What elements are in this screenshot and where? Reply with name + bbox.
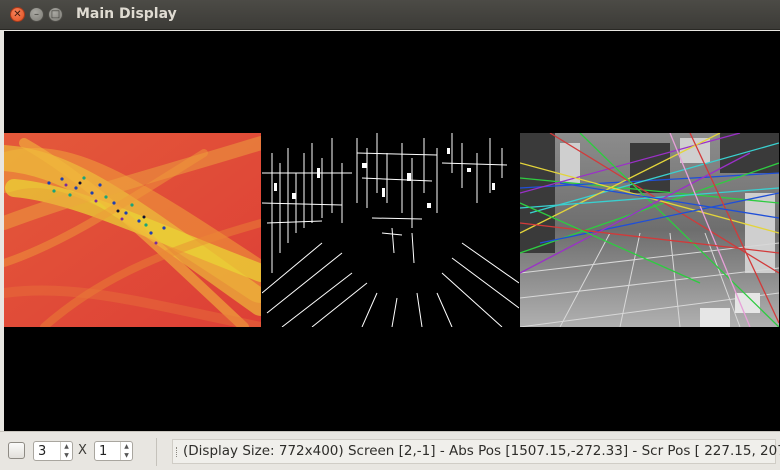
edge-map-view xyxy=(262,133,519,327)
line-detection-view xyxy=(520,133,779,327)
title-bar[interactable]: ✕ – □ Main Display xyxy=(0,0,780,30)
status-separator xyxy=(156,438,157,466)
display-toggle-checkbox[interactable] xyxy=(8,442,25,459)
cols-value: 1 xyxy=(99,444,108,459)
window-title: Main Display xyxy=(76,6,177,22)
minimize-window-button[interactable]: – xyxy=(29,7,44,22)
maximize-window-button[interactable]: □ xyxy=(48,7,63,22)
status-bar: 3 ▲ ▼ X 1 ▲ ▼ (Display Size: 772x400) Scre… xyxy=(0,431,780,470)
main-display-window: ✕ – □ Main Display 3 ▲ ▼ X 1 ▲ ▼ (Displa… xyxy=(0,0,780,470)
heatmap-view xyxy=(4,133,261,327)
times-label: X xyxy=(78,443,87,458)
rows-spin-arrows[interactable]: ▲ ▼ xyxy=(60,442,72,460)
status-text: (Display Size: 772x400) Screen [2,-1] - … xyxy=(183,443,780,459)
close-window-button[interactable]: ✕ xyxy=(10,7,25,22)
rows-value: 3 xyxy=(38,444,47,459)
display-canvas[interactable] xyxy=(4,31,780,431)
status-grip xyxy=(176,447,180,457)
rows-spinbox[interactable]: 3 ▲ ▼ xyxy=(33,441,73,461)
cols-spin-arrows[interactable]: ▲ ▼ xyxy=(120,442,132,460)
cols-spinbox[interactable]: 1 ▲ ▼ xyxy=(94,441,133,461)
status-panel: (Display Size: 772x400) Screen [2,-1] - … xyxy=(172,439,780,464)
